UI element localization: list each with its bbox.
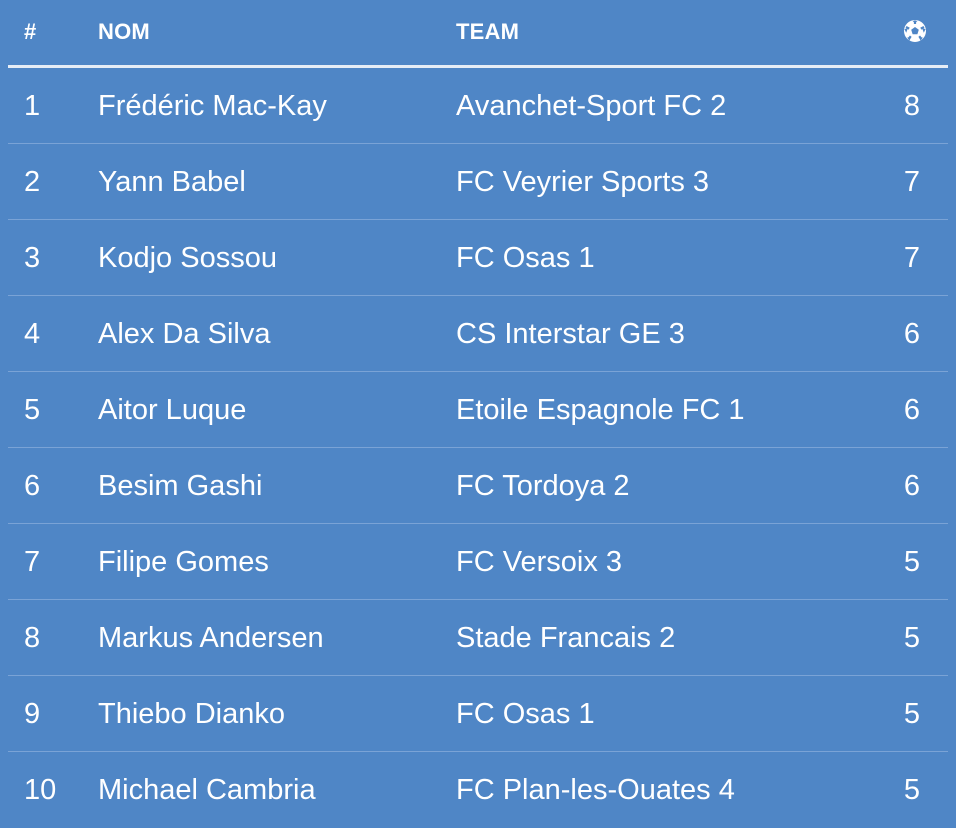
table-row[interactable]: 10 Michael Cambria FC Plan-les-Ouates 4 …	[8, 752, 948, 828]
rank-cell: 1	[24, 90, 41, 122]
table-row[interactable]: 7 Filipe Gomes FC Versoix 3 5	[8, 524, 948, 600]
rank-cell: 10	[24, 774, 57, 806]
team-cell: FC Tordoya 2	[456, 470, 630, 502]
goals-cell: 5	[903, 546, 920, 578]
player-name-cell: Alex Da Silva	[98, 318, 271, 350]
table-row[interactable]: 3 Kodjo Sossou FC Osas 1 7	[8, 220, 948, 296]
rank-cell: 9	[24, 698, 41, 730]
team-cell: FC Osas 1	[456, 698, 595, 730]
player-name-cell: Frédéric Mac-Kay	[98, 90, 327, 122]
player-name-cell: Aitor Luque	[98, 394, 247, 426]
table-row[interactable]: 9 Thiebo Dianko FC Osas 1 5	[8, 676, 948, 752]
goals-cell: 6	[903, 318, 920, 350]
team-cell: Etoile Espagnole FC 1	[456, 394, 745, 426]
player-name-cell: Markus Andersen	[98, 622, 324, 654]
player-name-cell: Thiebo Dianko	[98, 698, 285, 730]
goals-cell: 8	[903, 90, 920, 122]
goals-cell: 7	[903, 242, 920, 274]
rank-cell: 2	[24, 166, 41, 198]
player-name-cell: Besim Gashi	[98, 470, 263, 502]
goals-cell: 5	[903, 774, 920, 806]
team-cell: FC Versoix 3	[456, 546, 622, 578]
table-row[interactable]: 6 Besim Gashi FC Tordoya 2 6	[8, 448, 948, 524]
team-cell: CS Interstar GE 3	[456, 318, 685, 350]
team-cell: FC Osas 1	[456, 242, 595, 274]
goals-cell: 6	[903, 470, 920, 502]
table-row[interactable]: 5 Aitor Luque Etoile Espagnole FC 1 6	[8, 372, 948, 448]
player-name-cell: Filipe Gomes	[98, 546, 269, 578]
table-row[interactable]: 8 Markus Andersen Stade Francais 2 5	[8, 600, 948, 676]
goals-cell: 7	[903, 166, 920, 198]
player-name-cell: Michael Cambria	[98, 774, 316, 806]
table-row[interactable]: 4 Alex Da Silva CS Interstar GE 3 6	[8, 296, 948, 372]
rank-cell: 3	[24, 242, 41, 274]
header-goals[interactable]	[902, 0, 928, 65]
player-name-cell: Yann Babel	[98, 166, 246, 198]
header-rank[interactable]: #	[24, 0, 36, 65]
team-cell: FC Plan-les-Ouates 4	[456, 774, 735, 806]
goals-cell: 5	[903, 698, 920, 730]
header-team[interactable]: TEAM	[456, 0, 519, 65]
player-name-cell: Kodjo Sossou	[98, 242, 277, 274]
rank-cell: 4	[24, 318, 41, 350]
table-header: # NOM TEAM	[8, 0, 948, 68]
rank-cell: 8	[24, 622, 41, 654]
rank-cell: 5	[24, 394, 41, 426]
scorers-table: # NOM TEAM 1 Frédéric Mac-Kay Avanchet-S…	[8, 0, 948, 828]
table-body: 1 Frédéric Mac-Kay Avanchet-Sport FC 2 8…	[8, 68, 948, 828]
team-cell: FC Veyrier Sports 3	[456, 166, 710, 198]
rank-cell: 6	[24, 470, 41, 502]
goals-cell: 5	[903, 622, 920, 654]
team-cell: Avanchet-Sport FC 2	[456, 90, 727, 122]
goals-cell: 6	[903, 394, 920, 426]
table-row[interactable]: 1 Frédéric Mac-Kay Avanchet-Sport FC 2 8	[8, 68, 948, 144]
team-cell: Stade Francais 2	[456, 622, 676, 654]
rank-cell: 7	[24, 546, 41, 578]
soccer-ball-icon	[904, 20, 926, 43]
table-row[interactable]: 2 Yann Babel FC Veyrier Sports 3 7	[8, 144, 948, 220]
header-name[interactable]: NOM	[98, 0, 150, 65]
